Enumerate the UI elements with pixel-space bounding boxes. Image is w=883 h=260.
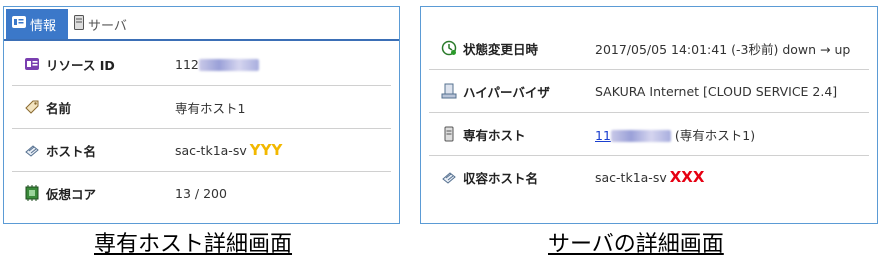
tab-info-label: 情報 [30, 18, 57, 34]
server-icon [441, 126, 457, 142]
dedicated-host-link[interactable]: 11 [595, 128, 671, 143]
tab-info[interactable]: 情報 [6, 9, 68, 39]
row-name: 名前 専有ホスト1 [12, 86, 391, 129]
container-host-annotation: XXX [669, 168, 705, 186]
dedicated-host-value: 11 (専有ホスト1) [595, 127, 756, 143]
server-icon [74, 14, 84, 34]
redacted-block [198, 59, 259, 71]
row-dedicated-host: 専有ホスト 11 (専有ホスト1) [429, 113, 869, 156]
hostname-label: ホスト名 [46, 143, 97, 159]
hypervisor-label: ハイパーバイザ [463, 84, 550, 100]
status-changed-value: 2017/05/05 14:01:41 (-3秒前) down → up [595, 41, 851, 57]
name-value: 専有ホスト1 [175, 100, 246, 116]
host-icon [441, 169, 457, 185]
container-host-label: 収容ホスト名 [463, 170, 539, 186]
virtual-cores-label: 仮想コア [46, 186, 97, 202]
resource-id-label: リソース ID [46, 57, 115, 73]
status-changed-label: 状態変更日時 [463, 41, 539, 57]
left-caption: 専有ホスト詳細画面 [94, 232, 293, 257]
name-label: 名前 [46, 100, 72, 116]
resource-id-value: 112 [175, 57, 259, 72]
row-hypervisor: ハイパーバイザ SAKURA Internet [CLOUD SERVICE 2… [429, 70, 869, 113]
row-resource-id: リソース ID 112 [12, 43, 391, 86]
container-host-value: sac-tk1a-sv XXX [595, 168, 705, 186]
hypervisor-icon [441, 83, 457, 99]
row-status-changed: 状態変更日時 2017/05/05 14:01:41 (-3秒前) down →… [429, 27, 869, 70]
tag-icon [24, 99, 40, 115]
tab-bar: 情報 サーバ [4, 7, 399, 41]
tab-server[interactable]: サーバ [74, 9, 127, 39]
host-icon [24, 142, 40, 158]
redacted-block [610, 130, 671, 142]
dedicated-host-detail-panel: 情報 サーバ リソース ID 112 名前 専有ホスト1 ホスト名 sac-tk… [3, 6, 400, 224]
hostname-value: sac-tk1a-sv YYY [175, 141, 283, 159]
hostname-annotation: YYY [249, 141, 283, 159]
right-caption: サーバの詳細画面 [548, 232, 724, 257]
cpu-icon [24, 185, 40, 201]
dedicated-host-label: 専有ホスト [463, 127, 526, 143]
virtual-cores-value: 13 / 200 [175, 185, 227, 201]
id-card-icon [24, 56, 40, 72]
hypervisor-value: SAKURA Internet [CLOUD SERVICE 2.4] [595, 83, 838, 99]
row-container-host: 収容ホスト名 sac-tk1a-sv XXX [429, 156, 869, 198]
clock-icon [441, 40, 457, 56]
row-hostname: ホスト名 sac-tk1a-sv YYY [12, 129, 391, 172]
info-card-icon [12, 16, 26, 32]
tab-server-label: サーバ [88, 18, 127, 34]
row-virtual-cores: 仮想コア 13 / 200 [12, 172, 391, 214]
server-detail-panel: 状態変更日時 2017/05/05 14:01:41 (-3秒前) down →… [420, 6, 878, 224]
